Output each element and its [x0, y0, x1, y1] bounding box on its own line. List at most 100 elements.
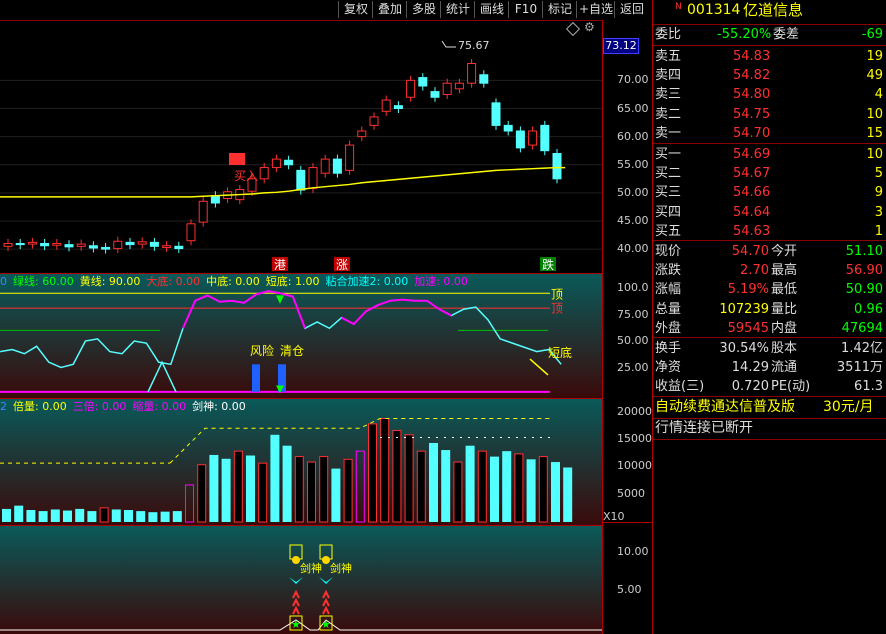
volume-bar: [319, 456, 329, 523]
buy-price: 54.67: [733, 166, 771, 182]
ind1-tick: 75.00: [617, 308, 649, 321]
toolbar-button-1[interactable]: 叠加: [372, 1, 407, 18]
up-arrow-icon: [322, 605, 330, 615]
volume-bar: [209, 454, 219, 522]
sell-volume: 10: [866, 106, 883, 122]
price-tick: 45.00: [617, 214, 649, 227]
event-marker[interactable]: 跌: [542, 257, 554, 272]
fund-row: 换手 30.54% 股本 1.42亿: [653, 339, 886, 358]
jianshen-pane[interactable]: 剑神 ★ 剑神 ★: [0, 526, 602, 634]
candle: [186, 223, 196, 242]
buy-price: 54.63: [733, 223, 771, 239]
toolbar-button-6[interactable]: 标记: [542, 1, 577, 18]
status-text: 行情连接已断开: [655, 420, 753, 436]
volume-bar: [441, 450, 451, 522]
current-price-label: 73.12: [603, 38, 639, 54]
event-marker[interactable]: 港: [274, 258, 286, 272]
candle: [76, 243, 86, 247]
volume-bar: [38, 511, 48, 522]
candle: [552, 153, 562, 180]
candle: [149, 241, 159, 247]
up-arrow-icon: [292, 589, 300, 599]
stat-label: 量比: [771, 301, 798, 317]
stat-label: 外盘: [655, 320, 682, 336]
stat-value: 56.90: [845, 263, 883, 279]
toolbar-button-7[interactable]: +自选: [576, 1, 615, 18]
price-tick: 40.00: [617, 242, 649, 256]
buy-level-label: 买三: [655, 185, 682, 201]
candle: [137, 241, 147, 245]
toolbar-button-0[interactable]: 复权: [338, 1, 373, 18]
clear-label: 清仓: [280, 344, 304, 358]
volume-pane[interactable]: 2 倍量: 0.00 三倍: 0.00 缩量: 0.00 剑神: 0.00: [0, 399, 602, 525]
candle: [27, 241, 37, 245]
event-marker[interactable]: 涨: [336, 257, 348, 272]
fund-value: 3511万: [836, 360, 883, 376]
toolbar-button-8[interactable]: 返回: [614, 1, 649, 18]
separator: [653, 396, 886, 397]
volume-bar: [246, 455, 255, 522]
ad-text[interactable]: 自动续费通达信普及版: [655, 398, 795, 417]
volume-bar: [380, 417, 390, 523]
toolbar-button-5[interactable]: F10: [508, 1, 543, 18]
stock-marker: N: [675, 2, 682, 12]
settings-gear-icon[interactable]: ⚙: [584, 20, 595, 34]
subscription-ad[interactable]: 自动续费通达信普及版 30元/月: [653, 398, 886, 417]
volume-bar: [563, 467, 573, 522]
sell-order-row: 卖三 54.80 4: [653, 85, 886, 104]
toolbar-button-3[interactable]: 统计: [440, 1, 475, 18]
candle: [88, 245, 98, 249]
candle: [308, 167, 318, 189]
volume-bar: [2, 508, 11, 522]
stat-row: 外盘 59545 内盘 47694: [653, 319, 886, 338]
volume-bar: [477, 450, 487, 523]
buy-level-label: 买五: [655, 223, 682, 239]
stat-value: 59545: [727, 320, 769, 336]
volume-bar: [221, 458, 231, 522]
fund-value: 0.720: [731, 379, 769, 395]
sell-price: 54.82: [733, 68, 771, 84]
toolbar-button-2[interactable]: 多股: [406, 1, 441, 18]
kline-pane[interactable]: 75.67 买入港 涨 跌: [0, 21, 602, 273]
up-arrow-icon: [292, 605, 300, 615]
toolbar-button-4[interactable]: 画线: [474, 1, 509, 18]
stat-label: 今开: [771, 244, 798, 259]
stat-row: 现价 54.70 今开 51.10: [653, 242, 886, 261]
volume-bar: [87, 511, 97, 522]
sell-level-label: 卖三: [655, 87, 682, 103]
fund-label: 流通: [771, 360, 798, 376]
stock-header: N 001314 亿道信息: [653, 1, 886, 23]
volume-bar: [368, 423, 377, 523]
stat-label: 内盘: [771, 320, 798, 336]
buy-order-row: 买一 54.69 10: [653, 145, 886, 164]
candle: [113, 240, 123, 250]
candle: [418, 77, 428, 87]
stat-value: 47694: [841, 320, 883, 336]
candle: [528, 130, 538, 146]
sell-order-row: 卖一 54.70 15: [653, 124, 886, 143]
price-scale: 73.12 X10 70.00 65.00 60.00 55.00 50.00 45.00…: [602, 20, 653, 634]
stock-name: 亿道信息: [743, 1, 804, 19]
weibi-label: 委比: [655, 27, 682, 42]
ind2-tick: 20000: [617, 405, 652, 418]
weibi-value: -55.20%: [717, 27, 772, 42]
kline-chart[interactable]: 75.67 买入港 涨 跌: [0, 21, 602, 273]
ad-price[interactable]: 30元/月: [823, 398, 874, 417]
volume-ma-line: [169, 417, 550, 464]
top-label: 顶: [551, 288, 563, 302]
weicha-label: 委差: [773, 27, 800, 42]
sell-price: 54.80: [733, 87, 771, 103]
volume-bar: [111, 509, 121, 522]
candle: [442, 82, 452, 95]
volume-bar: [429, 442, 438, 522]
candle: [210, 195, 220, 204]
sell-volume: 49: [866, 68, 883, 84]
buy-order-row: 买二 54.67 5: [653, 164, 886, 183]
fund-label: 换手: [655, 341, 682, 356]
fund-value: 14.29: [731, 360, 769, 376]
indicator1-pane[interactable]: 0 绿线: 60.00 黄线: 90.00 大底: 0.00 中底: 0.00 短底: 1…: [0, 274, 602, 398]
ind2-tick: 5000: [617, 487, 645, 500]
volume-bar: [294, 456, 304, 523]
up-arrow-icon: [322, 597, 330, 607]
volume-bar: [282, 445, 292, 522]
